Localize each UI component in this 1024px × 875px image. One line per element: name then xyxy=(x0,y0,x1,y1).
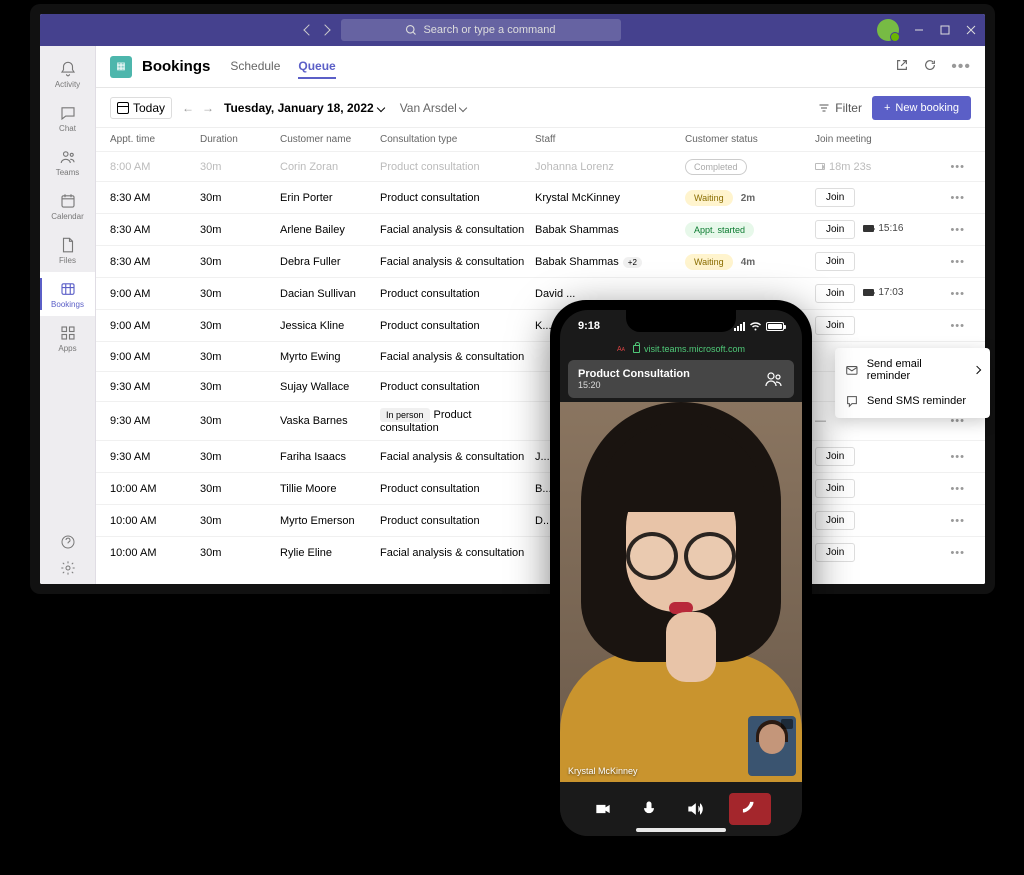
camera-icon xyxy=(863,225,874,232)
filter-button[interactable]: Filter xyxy=(818,101,862,115)
tablet-device-frame: Search or type a command Activity Chat T… xyxy=(30,4,995,594)
rail-chat[interactable]: Chat xyxy=(40,96,95,140)
video-feed: Krystal McKinney xyxy=(560,402,802,782)
today-button[interactable]: Today xyxy=(110,97,172,119)
tab-schedule[interactable]: Schedule xyxy=(230,55,280,79)
table-row[interactable]: 10:00 AM 30m Myrto Emerson Product consu… xyxy=(96,504,985,536)
table-header: Appt. time Duration Customer name Consul… xyxy=(96,128,985,151)
new-booking-button[interactable]: +New booking xyxy=(872,96,971,120)
prev-day-button[interactable]: ← xyxy=(182,101,194,115)
search-input[interactable]: Search or type a command xyxy=(341,19,621,41)
table-row[interactable]: 8:30 AM 30m Erin Porter Product consulta… xyxy=(96,181,985,213)
back-icon[interactable] xyxy=(303,24,314,35)
join-button[interactable]: Join xyxy=(815,479,855,498)
plus-icon: + xyxy=(884,102,890,114)
settings-icon[interactable] xyxy=(60,560,76,576)
row-more-button[interactable]: ••• xyxy=(950,483,965,495)
join-button[interactable]: Join xyxy=(815,284,855,303)
refresh-icon[interactable] xyxy=(923,58,937,72)
lock-icon xyxy=(633,345,640,353)
send-sms-reminder[interactable]: Send SMS reminder xyxy=(835,388,990,414)
phone-device-frame: 9:18 AA visit.teams.microsoft.com Produc… xyxy=(550,300,812,846)
row-more-button[interactable]: ••• xyxy=(950,256,965,268)
app-window: Search or type a command Activity Chat T… xyxy=(40,14,985,584)
rail-bookings[interactable]: Bookings xyxy=(40,272,95,316)
join-button[interactable]: Join xyxy=(815,220,855,239)
call-header: Product Consultation 15:20 xyxy=(568,360,794,398)
date-picker[interactable]: Tuesday, January 18, 2022 xyxy=(224,101,384,115)
camera-icon xyxy=(863,289,874,296)
rail-teams[interactable]: Teams xyxy=(40,140,95,184)
tab-queue[interactable]: Queue xyxy=(298,55,335,79)
org-selector[interactable]: Van Arsdel xyxy=(400,101,466,115)
join-button[interactable]: Join xyxy=(815,511,855,530)
chevron-down-icon xyxy=(376,103,384,111)
bookings-app-icon: ▦ xyxy=(110,56,132,78)
camera-toggle-button[interactable] xyxy=(591,797,615,821)
join-button[interactable]: Join xyxy=(815,316,855,335)
wifi-icon xyxy=(749,321,762,331)
rail-activity[interactable]: Activity xyxy=(40,52,95,96)
join-button[interactable]: Join xyxy=(815,188,855,207)
user-avatar[interactable] xyxy=(877,19,899,41)
table-row[interactable]: 8:30 AM 30m Arlene Bailey Facial analysi… xyxy=(96,213,985,245)
phone-urlbar: AA visit.teams.microsoft.com xyxy=(560,342,802,356)
next-day-button[interactable]: → xyxy=(202,101,214,115)
join-button[interactable]: Join xyxy=(815,447,855,466)
table-row[interactable]: 10:00 AM 30m Rylie Eline Facial analysis… xyxy=(96,536,985,568)
row-more-button[interactable]: ••• xyxy=(950,288,965,300)
phone-clock: 9:18 xyxy=(578,320,600,332)
popout-icon[interactable] xyxy=(895,58,909,72)
speaker-toggle-button[interactable] xyxy=(683,797,707,821)
row-context-menu: Send email reminder Send SMS reminder xyxy=(835,348,990,418)
chevron-right-icon xyxy=(973,366,981,374)
history-nav xyxy=(305,26,329,34)
row-more-button[interactable]: ••• xyxy=(950,515,965,527)
row-more-button[interactable]: ••• xyxy=(950,451,965,463)
titlebar: Search or type a command xyxy=(40,14,985,46)
app-rail: Activity Chat Teams Calendar Files Booki… xyxy=(40,46,96,584)
caller-name-label: Krystal McKinney xyxy=(568,766,638,776)
table-row[interactable]: 9:00 AM 30m Jessica Kline Product consul… xyxy=(96,309,985,341)
self-view[interactable] xyxy=(748,716,796,776)
calendar-icon xyxy=(117,102,129,114)
toolbar: Today ← → Tuesday, January 18, 2022 Van … xyxy=(96,88,985,128)
close-button[interactable] xyxy=(965,24,977,36)
chevron-down-icon xyxy=(459,103,467,111)
hangup-button[interactable] xyxy=(729,793,771,825)
signal-icon xyxy=(734,322,745,331)
table-row[interactable]: 8:00 AM 30m Corin Zoran Product consulta… xyxy=(96,151,985,181)
search-icon xyxy=(405,24,417,36)
home-indicator[interactable] xyxy=(636,828,726,832)
rail-files[interactable]: Files xyxy=(40,228,95,272)
maximize-button[interactable] xyxy=(939,24,951,36)
join-button[interactable]: Join xyxy=(815,252,855,271)
page-title: Bookings xyxy=(142,58,210,75)
battery-icon xyxy=(766,322,784,331)
row-more-button[interactable]: ••• xyxy=(950,161,965,173)
row-more-button[interactable]: ••• xyxy=(950,320,965,332)
row-more-button[interactable]: ••• xyxy=(950,224,965,236)
table-row[interactable]: 9:30 AM 30m Fariha Isaacs Facial analysi… xyxy=(96,440,985,472)
rail-calendar[interactable]: Calendar xyxy=(40,184,95,228)
table-row[interactable]: 9:00 AM 30m Dacian Sullivan Product cons… xyxy=(96,277,985,309)
join-button[interactable]: Join xyxy=(815,543,855,562)
more-icon[interactable]: ••• xyxy=(951,58,971,76)
forward-icon[interactable] xyxy=(319,24,330,35)
rail-apps[interactable]: Apps xyxy=(40,316,95,360)
row-more-button[interactable]: ••• xyxy=(950,547,965,559)
mic-toggle-button[interactable] xyxy=(637,797,661,821)
help-icon[interactable] xyxy=(60,534,76,550)
minimize-button[interactable] xyxy=(913,24,925,36)
phone-notch xyxy=(626,310,736,332)
page-header: ▦ Bookings Schedule Queue ••• xyxy=(96,46,985,88)
participants-icon[interactable] xyxy=(764,371,784,387)
flip-camera-icon xyxy=(781,719,793,729)
table-row[interactable]: 10:00 AM 30m Tillie Moore Product consul… xyxy=(96,472,985,504)
row-more-button[interactable]: ••• xyxy=(950,192,965,204)
table-row[interactable]: 8:30 AM 30m Debra Fuller Facial analysis… xyxy=(96,245,985,277)
send-email-reminder[interactable]: Send email reminder xyxy=(835,352,990,388)
